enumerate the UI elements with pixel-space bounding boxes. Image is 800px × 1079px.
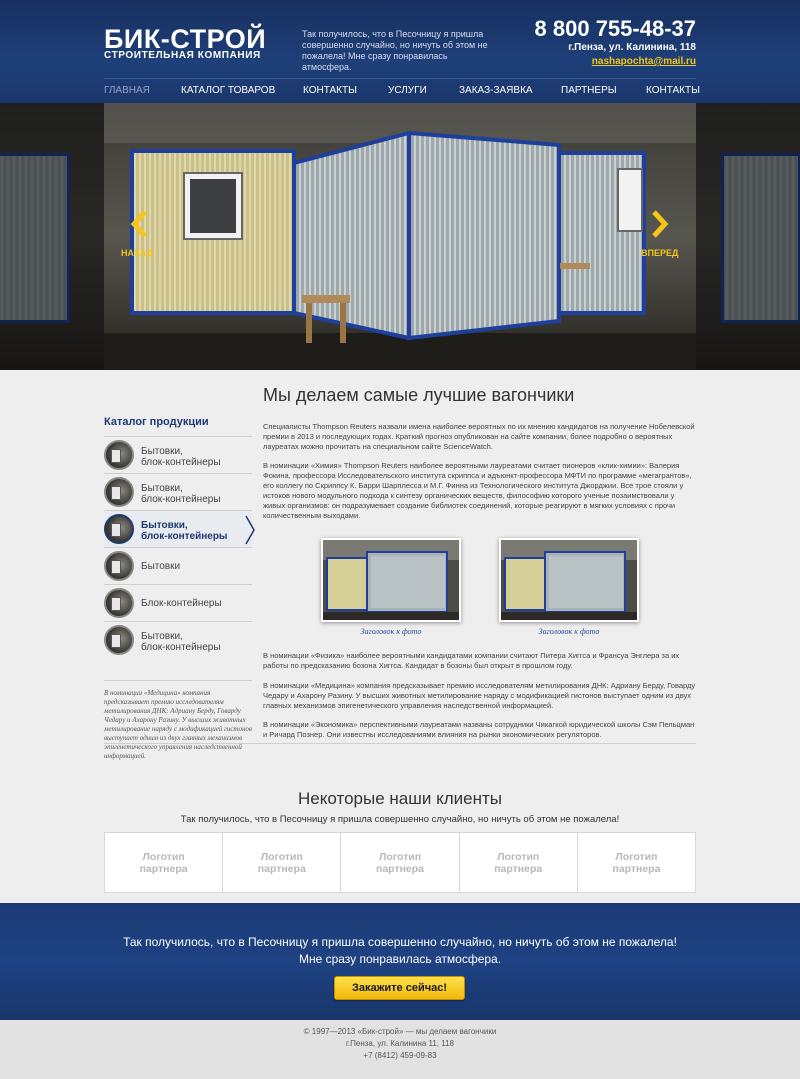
catalog-item-label-2: блок-контейнеры (141, 642, 221, 653)
catalog-item-label-2: блок-контейнеры (141, 457, 221, 468)
partner-logo-text-2: партнера (375, 862, 425, 875)
sidebar-note: В номинации «Медицина» компания предсказ… (104, 680, 252, 761)
partner-logo-text: Логотип (260, 850, 303, 863)
header-phone[interactable]: 8 800 755-48-37 (535, 16, 696, 42)
partner-logo-text-2: партнера (494, 862, 543, 875)
catalog-item-thumbnail (104, 588, 134, 618)
photo-container-image (501, 540, 637, 620)
nav-item-services[interactable]: УСЛУГИ (388, 85, 427, 96)
partner-logo-text: Логотип (142, 850, 185, 863)
slider-prev-label[interactable]: НАЗАД (121, 248, 153, 258)
article-paragraph: Специалисты Thompson Reuters назвали име… (263, 422, 695, 451)
partner-logo[interactable]: Логотип партнера (578, 833, 695, 892)
chevron-right-icon (245, 515, 255, 545)
footer-phone: +7 (8412) 459-09-83 (363, 1051, 437, 1060)
catalog-item-thumbnail (104, 625, 134, 655)
site-header: БИК-СТРОЙ СТРОИТЕЛЬНАЯ КОМПАНИЯ Так полу… (0, 0, 800, 103)
catalog-item-label: Бытовки (141, 561, 181, 572)
slider-next-label[interactable]: ВПЕРЕД (641, 248, 678, 258)
partner-logo-text-2: партнера (612, 862, 661, 875)
cta-banner: Так получилось, что в Песочницу я пришла… (0, 903, 800, 1020)
article-paragraph: В номинации «Физика» наиболее вероятными… (263, 651, 680, 670)
nav-item-home[interactable]: ГЛАВНАЯ (104, 85, 150, 96)
logo-subtitle: СТРОИТЕЛЬНАЯ КОМПАНИЯ (104, 50, 261, 61)
catalog-item-label: Бытовки, (141, 483, 183, 494)
catalog-item-thumbnail (104, 551, 134, 581)
photo-container-image (323, 540, 459, 620)
catalog-item-thumbnail (104, 514, 134, 544)
header-tagline: Так получилось, что в Песочницу я пришла… (302, 29, 488, 72)
catalog-list: Бытовки, блок-контейнеры Бытовки, блок-кон… (104, 436, 255, 658)
catalog-item-thumbnail (104, 440, 134, 470)
partner-logo[interactable]: Логотип партнера (341, 833, 460, 892)
cta-text-line-1: Так получилось, что в Песочницу я пришла… (123, 935, 677, 949)
catalog-item[interactable]: Бытовки, блок-контейнеры (104, 473, 252, 510)
nav-item-order[interactable]: ЗАКАЗ-ЗАЯВКА (459, 85, 533, 96)
partner-logo[interactable]: Логотип партнера (223, 833, 342, 892)
clients-subtitle: Так получилось, что в Песочницу я пришла… (180, 814, 620, 825)
catalog-item[interactable]: Блок-контейнеры (104, 584, 252, 621)
main-nav: ГЛАВНАЯ КАТАЛОГ ТОВАРОВ КОНТАКТЫ УСЛУГИ … (104, 85, 700, 99)
footer-copyright: © 1997—2013 «Бик-строй» — мы делаем ваго… (303, 1027, 497, 1036)
hero-photo-container-cabins (104, 103, 696, 370)
partner-logo-text: Логотип (378, 850, 422, 863)
photo-caption: Заголовок к фото (360, 627, 422, 636)
header-address: г.Пенза, ул. Калинина, 118 (568, 42, 696, 53)
partner-logo-text: Логотип (497, 850, 540, 863)
gallery-photo[interactable] (499, 538, 639, 622)
catalog-item-active[interactable]: Бытовки, блок-контейнеры (104, 510, 255, 547)
gallery-photo[interactable] (321, 538, 461, 622)
catalog-item-label-2: блок-контейнеры (141, 494, 221, 505)
hero-slider: НАЗАД ВПЕРЕД (0, 103, 800, 370)
partner-logo-text-2: партнера (257, 862, 306, 875)
nav-item-partners[interactable]: ПАРТНЕРЫ (561, 85, 617, 96)
partner-logo[interactable]: Логотип партнера (460, 833, 578, 892)
cta-text: Так получилось, что в Песочницу я пришла… (0, 934, 800, 968)
nav-item-catalog[interactable]: КАТАЛОГ ТОВАРОВ (181, 85, 275, 96)
partner-logo[interactable]: Логотип партнера (105, 833, 224, 892)
nav-item-contacts[interactable]: КОНТАКТЫ (303, 85, 357, 96)
cta-text-line-2: Мне сразу понравилась атмосфера. (298, 952, 502, 966)
partner-logos: Логотип партнера Логотип партнера Логотип п… (104, 832, 696, 893)
slider-prev-arrow-icon[interactable] (130, 210, 148, 238)
order-now-button[interactable]: Закажите сейчас! (334, 976, 465, 1000)
catalog-item[interactable]: Бытовки, блок-контейнеры (104, 436, 252, 473)
site-footer: © 1997—2013 «Бик-строй» — мы делаем ваго… (0, 1020, 800, 1079)
photo-caption: Заголовок к фото (538, 627, 600, 636)
catalog-item[interactable]: Бытовки (104, 547, 252, 584)
catalog-item-label: Бытовки, (141, 446, 183, 457)
catalog-item-label: Блок-контейнеры (141, 598, 222, 609)
header-email-link[interactable]: nashapochta@mail.ru (592, 56, 696, 67)
catalog-item-label: Бытовки, (141, 631, 183, 642)
sidebar-title: Каталог продукции (104, 416, 209, 428)
partner-logo-text: Логотип (615, 850, 658, 863)
slider-next-arrow-icon[interactable] (651, 210, 669, 238)
article-paragraph: В номинации «Химия» Thompson Reuters наи… (263, 461, 692, 520)
article-paragraph: В номинации «Медицина» компания предсказ… (263, 681, 696, 710)
section-divider (104, 743, 696, 744)
footer-address: г.Пенза, ул. Калинина 11, 118 (345, 1039, 454, 1048)
clients-title: Некоторые наши клиенты (298, 789, 502, 808)
catalog-item[interactable]: Бытовки, блок-контейнеры (104, 621, 252, 658)
hero-image (104, 103, 696, 370)
catalog-sidebar: Каталог продукции Бытовки, блок-контейнер… (104, 408, 255, 760)
article-paragraph: В номинации «Экономика» перспективными л… (263, 720, 695, 739)
catalog-item-label: Бытовки, (141, 520, 188, 531)
catalog-item-thumbnail (104, 477, 134, 507)
catalog-item-label-2: блок-контейнеры (141, 531, 228, 542)
page-title: Мы делаем самые лучшие вагончики (263, 385, 575, 405)
partner-logo-text-2: партнера (139, 862, 188, 875)
nav-item-contacts-2[interactable]: КОНТАКТЫ (646, 85, 700, 96)
nav-divider (104, 78, 696, 79)
